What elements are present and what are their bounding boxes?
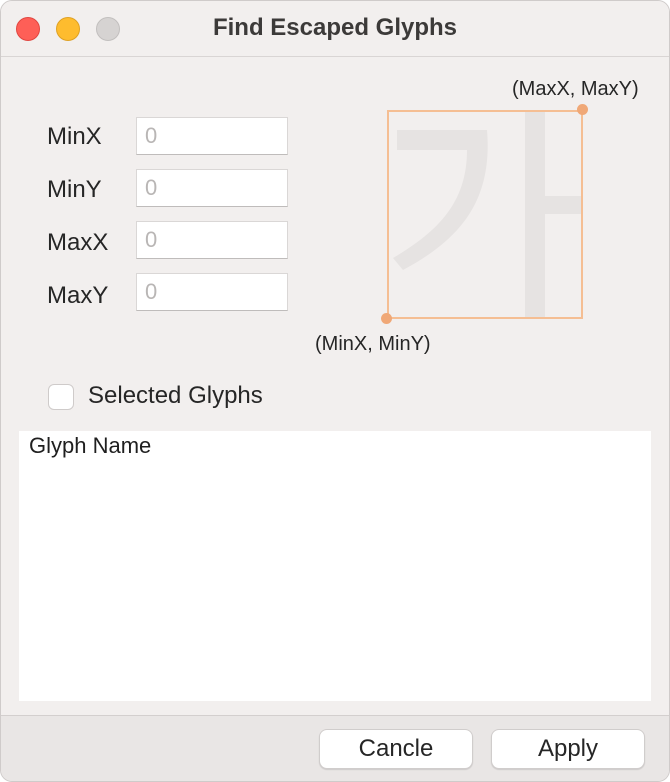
maxx-label: MaxX xyxy=(47,229,109,256)
dialog-footer: Cancle Apply xyxy=(1,715,669,781)
miny-input[interactable] xyxy=(136,169,288,207)
minx-label: MinX xyxy=(47,123,102,150)
max-corner-label: (MaxX, MaxY) xyxy=(512,78,639,100)
window-title: Find Escaped Glyphs xyxy=(212,14,458,41)
glyph-bounds-preview xyxy=(387,110,583,319)
find-escaped-glyphs-window: Find Escaped Glyphs MinX MinY MaxX MaxY … xyxy=(0,0,670,782)
apply-button[interactable]: Apply xyxy=(491,729,645,769)
min-corner-label: (MinX, MinY) xyxy=(315,333,431,355)
cancel-button[interactable]: Cancle xyxy=(319,729,473,769)
selected-glyphs-label: Selected Glyphs xyxy=(88,382,263,409)
max-corner-dot xyxy=(577,104,588,115)
maxy-label: MaxY xyxy=(47,282,109,309)
maxx-input[interactable] xyxy=(136,221,288,259)
miny-label: MinY xyxy=(47,176,102,203)
glyph-name-column-header[interactable]: Glyph Name xyxy=(29,433,151,459)
minx-input[interactable] xyxy=(136,117,288,155)
selected-glyphs-checkbox[interactable] xyxy=(48,384,74,410)
min-corner-dot xyxy=(381,313,392,324)
title-bar: Find Escaped Glyphs xyxy=(1,1,669,57)
hangul-ga-glyph-icon xyxy=(393,112,581,317)
maxy-input[interactable] xyxy=(136,273,288,311)
glyph-name-list[interactable]: Glyph Name xyxy=(19,431,651,701)
